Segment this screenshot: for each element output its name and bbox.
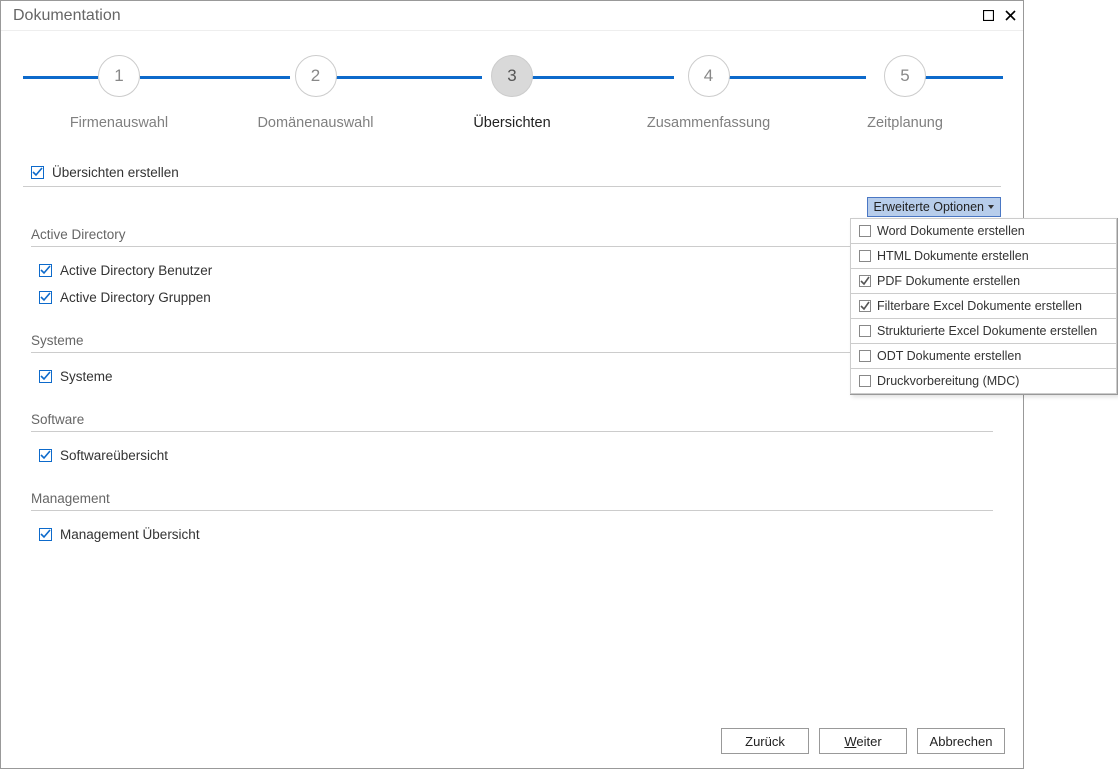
window-controls [981,9,1017,23]
create-overviews-row: Übersichten erstellen [23,159,1001,187]
create-overviews-checkbox[interactable] [31,166,44,179]
section-title: Software [31,404,993,432]
next-button-label: Weiter [844,734,881,749]
step-label: Firmenauswahl [70,115,168,131]
section-title: Systeme [31,325,993,353]
advanced-option-label: HTML Dokumente erstellen [877,249,1029,263]
advanced-option-label: Strukturierte Excel Dokumente erstellen [877,324,1097,338]
step-number: 3 [491,55,533,97]
footer-buttons: Zurück Weiter Abbrechen [721,728,1005,754]
titlebar: Dokumentation [1,1,1023,31]
checkbox[interactable] [39,291,52,304]
create-overviews-label: Übersichten erstellen [52,165,179,180]
checkbox[interactable] [859,300,871,312]
step-label: Zeitplanung [867,115,943,131]
advanced-options-button[interactable]: Erweiterte Optionen [867,197,1001,217]
section: Software Softwareübersicht [31,404,993,469]
section-item: Systeme [31,363,993,390]
checkbox[interactable] [39,449,52,462]
wizard-step-2[interactable]: 2 Domänenauswahl [220,49,412,131]
close-icon[interactable] [1003,9,1017,23]
checkbox[interactable] [39,528,52,541]
section-item: Management Übersicht [31,521,993,548]
dialog-window: Dokumentation 1 Firmenauswahl [0,0,1024,769]
checkbox[interactable] [859,225,871,237]
maximize-icon[interactable] [981,9,995,23]
section-item-label: Softwareübersicht [60,448,168,463]
section-title: Management [31,483,993,511]
chevron-down-icon [988,205,994,209]
advanced-option-item[interactable]: Word Dokumente erstellen [850,218,1117,243]
advanced-option-item[interactable]: Druckvorbereitung (MDC) [850,368,1117,394]
step-label: Übersichten [473,115,550,131]
cancel-button-label: Abbrechen [930,734,993,749]
advanced-option-item[interactable]: PDF Dokumente erstellen [850,268,1117,293]
step-number: 2 [295,55,337,97]
next-button[interactable]: Weiter [819,728,907,754]
section: Active Directory Active Directory Benutze… [31,219,993,311]
window-title: Dokumentation [13,7,981,25]
cancel-button[interactable]: Abbrechen [917,728,1005,754]
wizard-stepper: 1 Firmenauswahl 2 Domänenauswahl 3 Übers… [23,49,1001,149]
advanced-option-label: Filterbare Excel Dokumente erstellen [877,299,1082,313]
advanced-option-item[interactable]: Filterbare Excel Dokumente erstellen [850,293,1117,318]
section-item: Active Directory Gruppen [31,284,993,311]
advanced-options-panel: Word Dokumente erstellen HTML Dokumente e… [850,218,1118,395]
step-number: 1 [98,55,140,97]
wizard-step-1[interactable]: 1 Firmenauswahl [23,49,215,131]
advanced-option-label: Word Dokumente erstellen [877,224,1025,238]
checkbox[interactable] [859,325,871,337]
advanced-option-item[interactable]: HTML Dokumente erstellen [850,243,1117,268]
back-button[interactable]: Zurück [721,728,809,754]
wizard-step-4[interactable]: 4 Zusammenfassung [613,49,805,131]
back-button-label: Zurück [745,734,785,749]
checkbox[interactable] [859,350,871,362]
section-item-label: Active Directory Benutzer [60,263,212,278]
section: Management Management Übersicht [31,483,993,548]
advanced-option-item[interactable]: Strukturierte Excel Dokumente erstellen [850,318,1117,343]
advanced-option-label: PDF Dokumente erstellen [877,274,1020,288]
checkbox[interactable] [39,264,52,277]
wizard-step-3[interactable]: 3 Übersichten [416,49,608,131]
advanced-option-label: ODT Dokumente erstellen [877,349,1021,363]
wizard-step-5[interactable]: 5 Zeitplanung [809,49,1001,131]
section-title: Active Directory [31,219,993,247]
section-item: Active Directory Benutzer [31,257,993,284]
step-number: 4 [688,55,730,97]
advanced-option-item[interactable]: ODT Dokumente erstellen [850,343,1117,368]
advanced-option-label: Druckvorbereitung (MDC) [877,374,1019,388]
advanced-options-label: Erweiterte Optionen [874,200,984,214]
checkbox[interactable] [859,250,871,262]
section-item: Softwareübersicht [31,442,993,469]
section: Systeme Systeme [31,325,993,390]
step-label: Domänenauswahl [257,115,373,131]
section-item-label: Management Übersicht [60,527,200,542]
checkbox[interactable] [859,275,871,287]
section-item-label: Systeme [60,369,113,384]
section-item-label: Active Directory Gruppen [60,290,211,305]
checkbox[interactable] [39,370,52,383]
checkbox[interactable] [859,375,871,387]
step-number: 5 [884,55,926,97]
step-label: Zusammenfassung [647,115,770,131]
